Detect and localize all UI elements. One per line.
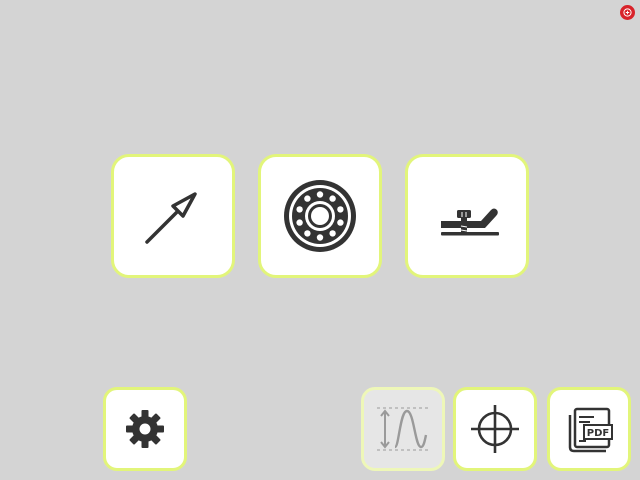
settings-button[interactable] bbox=[103, 387, 187, 471]
gear-icon bbox=[126, 410, 164, 448]
target-button[interactable] bbox=[453, 387, 537, 471]
waveform-icon bbox=[377, 407, 429, 451]
pdf-label: PDF bbox=[587, 428, 609, 439]
pdf-report-button[interactable]: PDF bbox=[547, 387, 631, 471]
clamp-tile-button[interactable] bbox=[405, 154, 529, 278]
corner-logo-icon bbox=[620, 5, 635, 20]
bearing-tile-button[interactable] bbox=[258, 154, 382, 278]
main-screen: PDF bbox=[0, 0, 640, 480]
ball-bearing-icon bbox=[284, 180, 356, 252]
waveform-button[interactable] bbox=[361, 387, 445, 471]
probe-needle-icon bbox=[145, 192, 197, 244]
clamp-fixture-icon bbox=[441, 208, 499, 236]
probe-tile-button[interactable] bbox=[111, 154, 235, 278]
crosshair-icon bbox=[471, 405, 519, 453]
pdf-report-icon: PDF bbox=[568, 407, 613, 453]
